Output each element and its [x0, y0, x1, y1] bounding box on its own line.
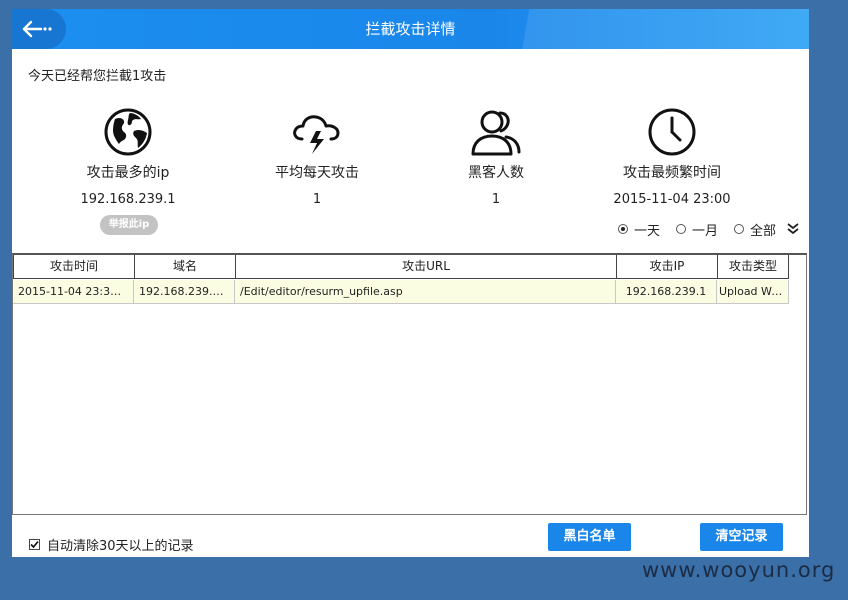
stat-top-ip: 攻击最多的ip 192.168.239.1	[48, 105, 208, 209]
cell-domain: 192.168.239.128	[134, 280, 235, 304]
auto-clean-checkbox[interactable]: 自动清除30天以上的记录	[29, 535, 194, 554]
summary-text: 今天已经帮您拦截1攻击	[28, 69, 167, 84]
cell-ip: 192.168.239.1	[616, 280, 717, 304]
table-header: 攻击时间 域名 攻击URL 攻击IP 攻击类型	[13, 255, 789, 279]
range-option-label: 一月	[692, 223, 719, 239]
clear-records-button[interactable]: 清空记录	[700, 523, 783, 551]
column-header-time[interactable]: 攻击时间	[13, 255, 135, 279]
radio-icon	[676, 224, 687, 234]
cell-time: 2015-11-04 23:33:24	[13, 280, 134, 304]
auto-clean-label: 自动清除30天以上的记录	[47, 539, 194, 554]
stat-value: 2015-11-04 23:00	[613, 192, 731, 207]
users-icon	[471, 110, 521, 156]
globe-icon	[104, 108, 152, 156]
column-header-domain[interactable]: 域名	[134, 255, 236, 279]
radio-selected-icon	[618, 224, 628, 234]
clock-icon	[648, 108, 696, 156]
stat-label: 攻击最频繁时间	[623, 165, 721, 181]
range-option-day[interactable]: 一天	[618, 220, 660, 239]
stat-label: 攻击最多的ip	[86, 165, 170, 181]
attack-table: 攻击时间 域名 攻击URL 攻击IP 攻击类型 2015-11-04 23:33…	[12, 253, 807, 515]
stat-peak-time: 攻击最频繁时间 2015-11-04 23:00	[592, 105, 752, 209]
report-ip-button[interactable]: 举报此ip	[100, 215, 158, 235]
watermark-text: www.wooyun.org	[642, 558, 836, 582]
back-arrow-icon	[22, 20, 52, 38]
range-option-label: 一天	[634, 223, 661, 239]
cell-type: Upload WebShell	[717, 280, 789, 304]
dialog-window: 拦截攻击详情 今天已经帮您拦截1攻击 攻击最多的ip 192.168.239.1…	[12, 9, 809, 557]
checkbox-checked-icon	[29, 539, 40, 550]
footer-bar: 自动清除30天以上的记录 黑白名单 清空记录	[12, 515, 809, 557]
radio-icon	[734, 224, 745, 234]
stat-daily-average: 平均每天攻击 1	[237, 105, 397, 209]
window-title: 拦截攻击详情	[365, 20, 456, 38]
range-option-month[interactable]: 一月	[676, 220, 718, 239]
stat-value: 1	[491, 192, 501, 207]
stat-label: 黑客人数	[468, 165, 524, 181]
title-bar: 拦截攻击详情	[12, 9, 809, 49]
stat-value: 1	[312, 192, 322, 207]
back-button[interactable]	[12, 9, 66, 49]
stat-value: 192.168.239.1	[80, 192, 176, 207]
storm-cloud-icon	[293, 115, 340, 154]
stat-hacker-count: 黑客人数 1	[416, 105, 576, 209]
column-header-url[interactable]: 攻击URL	[235, 255, 617, 279]
column-header-type[interactable]: 攻击类型	[717, 255, 789, 279]
range-option-label: 全部	[750, 223, 777, 239]
stat-label: 平均每天攻击	[275, 165, 359, 181]
table-row[interactable]: 2015-11-04 23:33:24 192.168.239.128 /Edi…	[13, 280, 789, 304]
column-header-ip[interactable]: 攻击IP	[616, 255, 718, 279]
time-range-selector: 一天 一月 全部	[618, 220, 800, 239]
cell-url: /Edit/editor/resurm_upfile.asp	[235, 280, 616, 304]
range-option-all[interactable]: 全部	[734, 220, 776, 239]
double-chevron-down-icon[interactable]	[786, 222, 800, 236]
blacklist-button[interactable]: 黑白名单	[548, 523, 631, 551]
